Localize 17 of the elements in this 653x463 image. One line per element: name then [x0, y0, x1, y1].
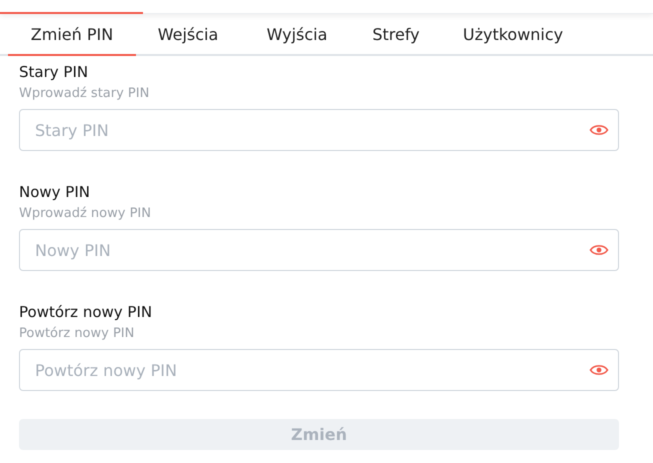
- field-hint: Powtórz nowy PIN: [19, 326, 136, 342]
- eye-icon[interactable]: [589, 123, 609, 137]
- field-label: Stary PIN: [19, 63, 90, 81]
- pin-field[interactable]: Nowy PIN: [19, 229, 619, 271]
- eye-icon[interactable]: [589, 363, 609, 377]
- pin-field[interactable]: Stary PIN: [19, 109, 619, 151]
- tab[interactable]: Wejścia: [136, 22, 240, 56]
- tab[interactable]: Strefy: [354, 22, 438, 56]
- field-label: Powtórz nowy PIN: [19, 303, 154, 321]
- tab[interactable]: Zmień PIN: [8, 22, 136, 56]
- eye-icon[interactable]: [589, 243, 609, 257]
- field-label: Nowy PIN: [19, 183, 92, 201]
- tab[interactable]: Wyjścia: [240, 22, 354, 56]
- field-hint: Wprowadź stary PIN: [19, 86, 150, 102]
- pin-field[interactable]: Powtórz nowy PIN: [19, 349, 619, 391]
- tab[interactable]: Użytkownicy: [438, 22, 588, 56]
- field-hint: Wprowadź nowy PIN: [19, 206, 152, 222]
